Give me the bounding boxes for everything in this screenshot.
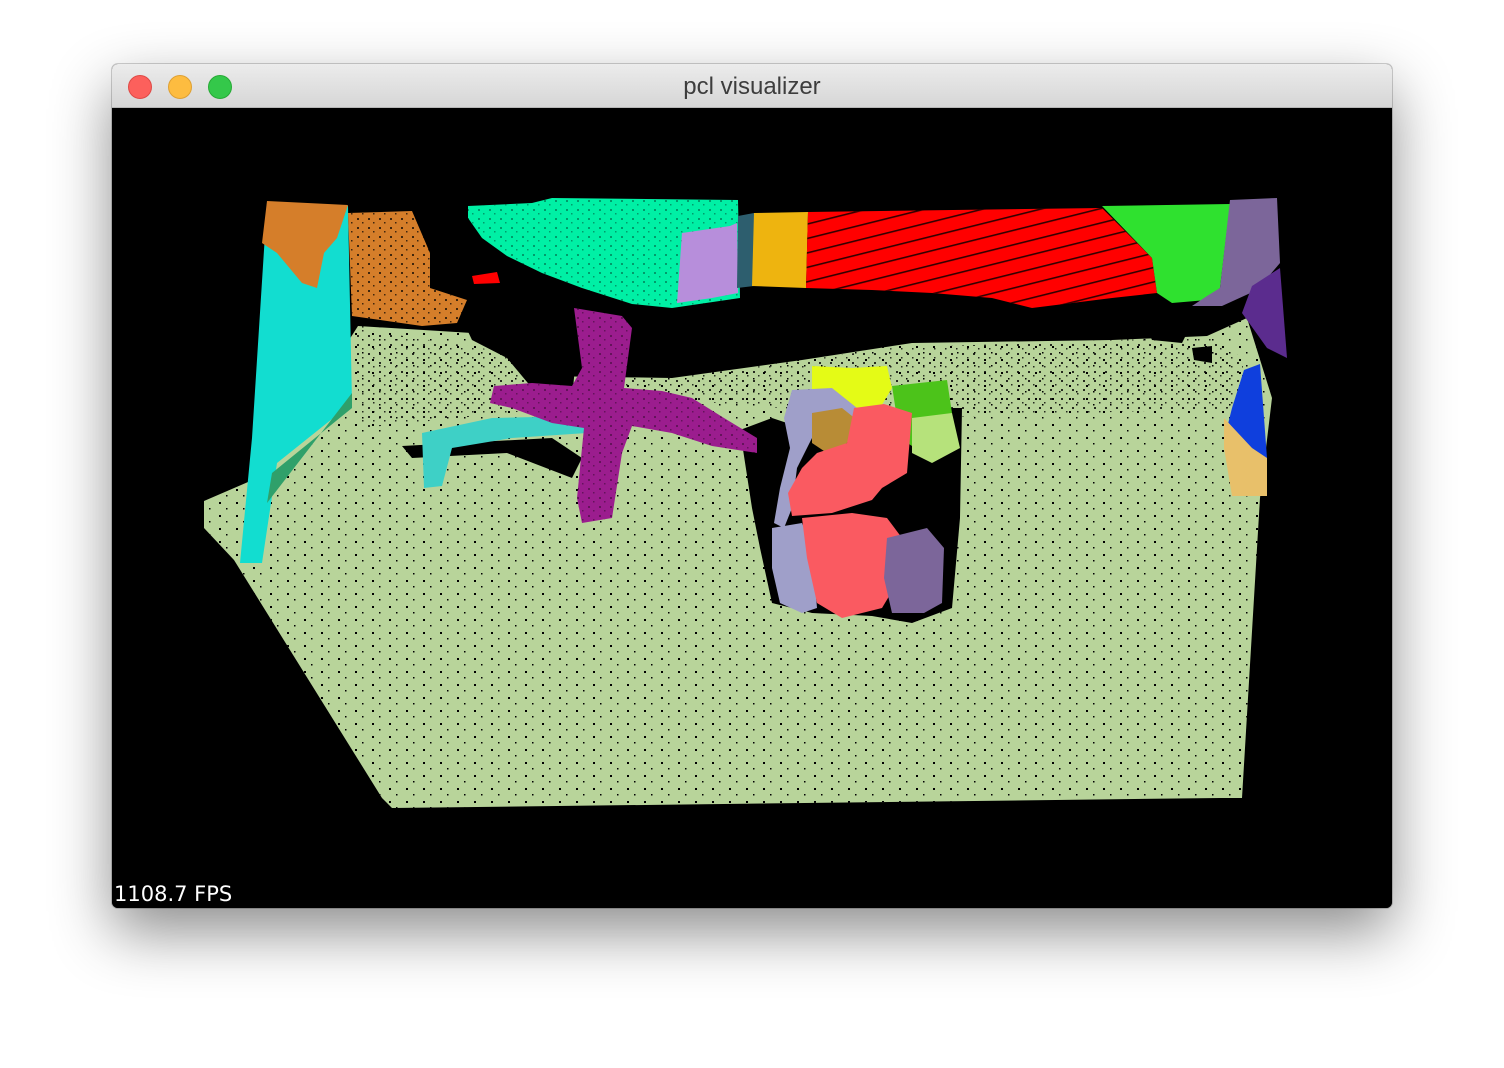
point-cloud-viewport[interactable]: 1108.7 FPS [112,108,1392,908]
segmented-point-cloud [204,198,1287,808]
red-wall-segment [806,208,1157,308]
amber-segment [752,212,808,288]
slate-segment [737,213,754,288]
lavender-segment [677,223,738,303]
title-bar[interactable]: pcl visualizer [112,64,1392,108]
window-title: pcl visualizer [683,73,821,100]
floor-segment [204,318,1272,808]
pcl-visualizer-window: pcl visualizer 1108.7 FPS [112,64,1392,908]
fps-counter: 1108.7 FPS [114,882,233,906]
